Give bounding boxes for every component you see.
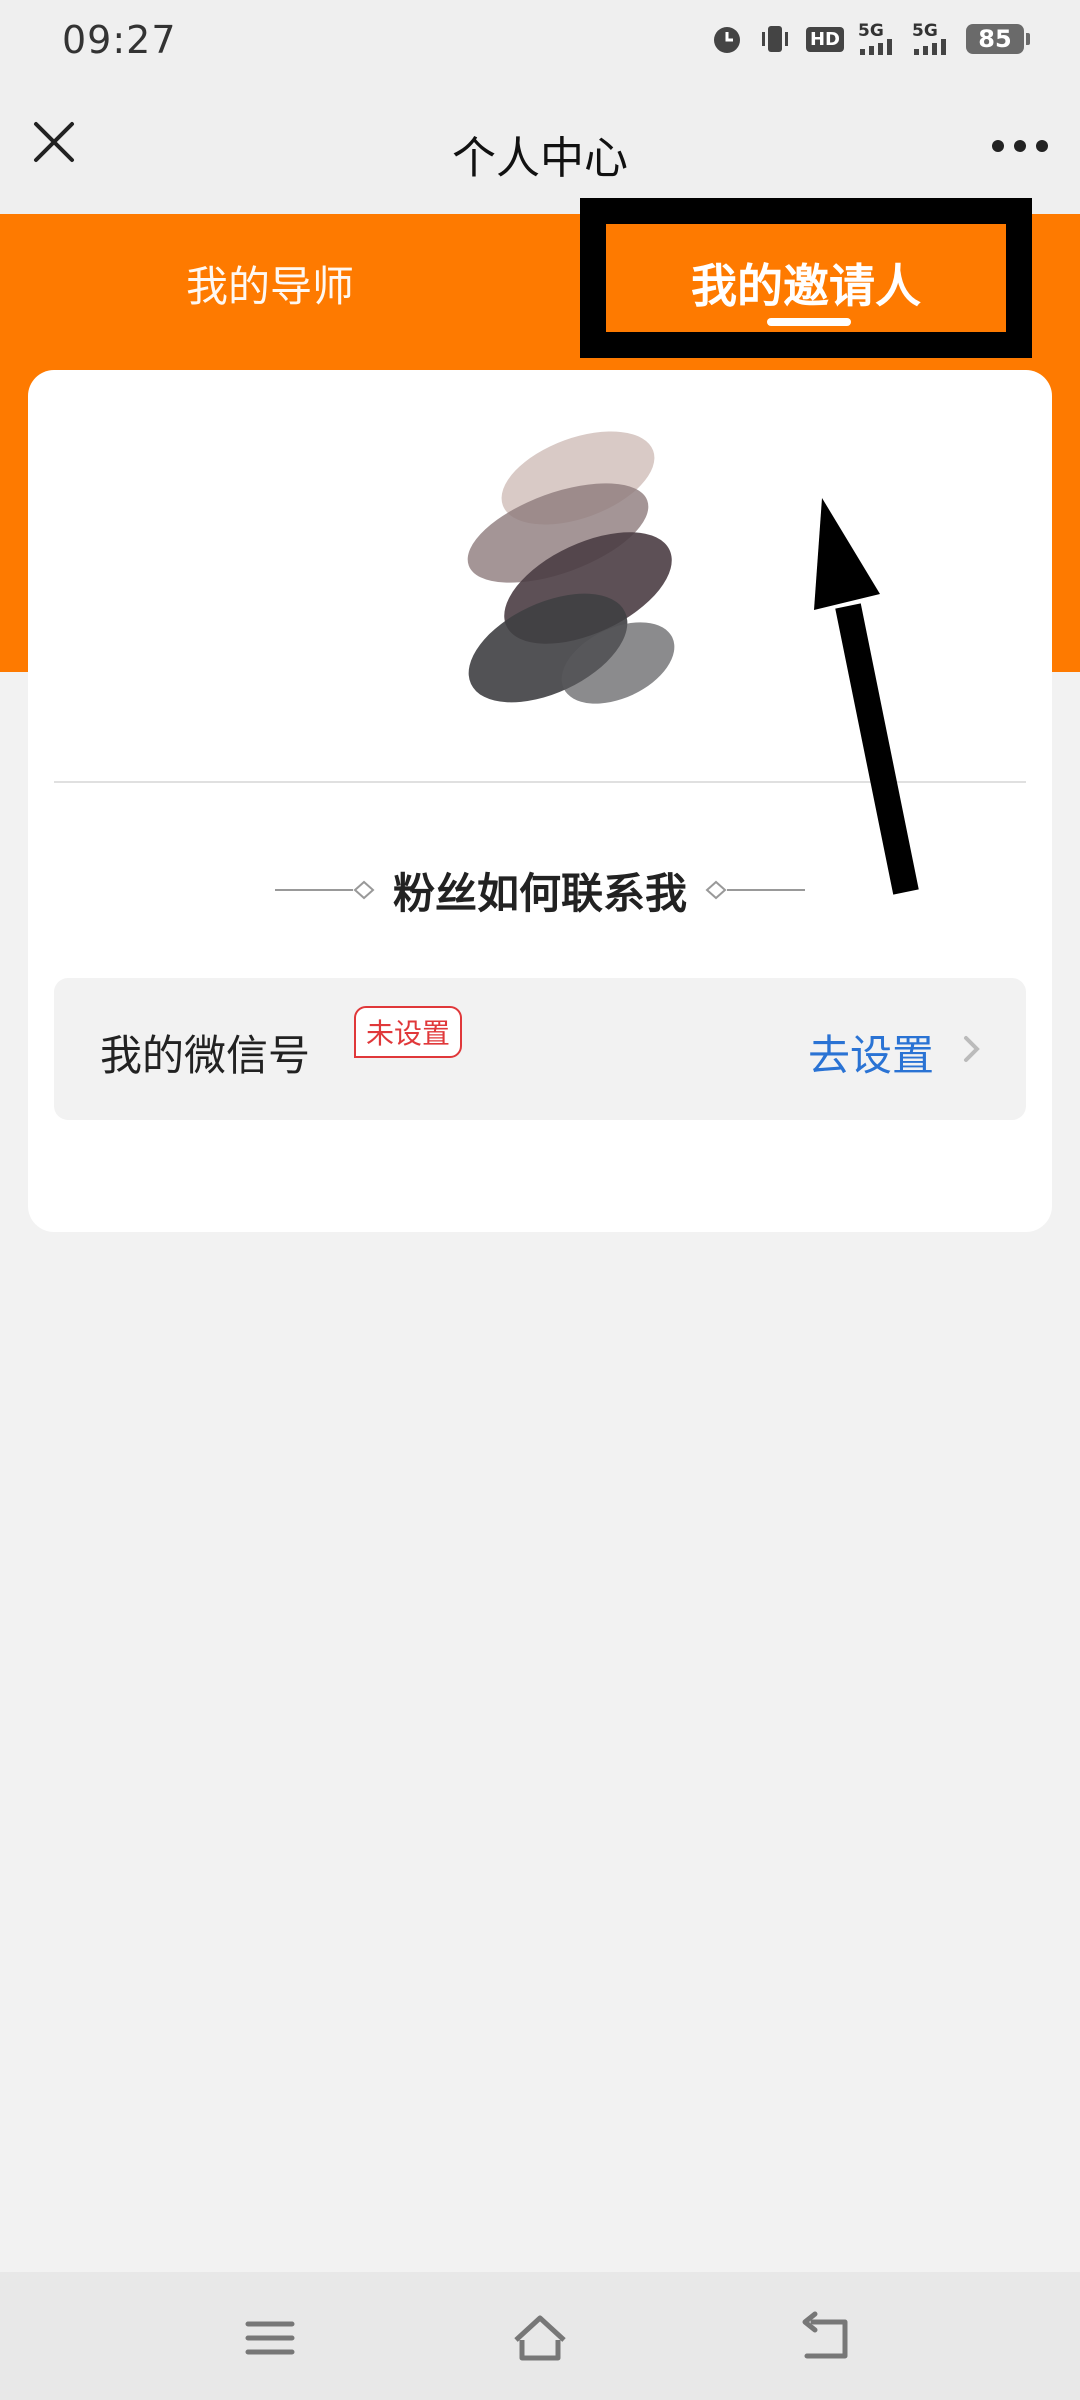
status-time: 09:27 bbox=[62, 18, 177, 62]
status-icons: HD 5G 5G 85 bbox=[710, 22, 1030, 56]
tab-my-mentor[interactable]: 我的导师 bbox=[40, 228, 500, 338]
menu-icon[interactable] bbox=[240, 2310, 300, 2366]
signal-5g-icon: 5G bbox=[912, 23, 952, 55]
more-icon[interactable] bbox=[990, 138, 1050, 154]
alarm-icon bbox=[710, 22, 744, 56]
hd-icon: HD bbox=[805, 26, 844, 52]
wechat-setting-row[interactable]: 我的微信号 未设置 去设置 bbox=[54, 978, 1026, 1120]
nav-bar: 个人中心 bbox=[0, 86, 1080, 214]
back-icon[interactable] bbox=[795, 2310, 855, 2366]
chevron-right-icon bbox=[964, 1036, 980, 1062]
avatar bbox=[428, 408, 718, 738]
battery-icon: 85 bbox=[966, 24, 1030, 54]
wechat-label: 我的微信号 bbox=[100, 1031, 311, 1080]
go-set-link[interactable]: 去设置 bbox=[808, 1022, 934, 1083]
status-bar: 09:27 HD 5G 5G 85 bbox=[0, 0, 1080, 86]
signal-5g-icon: 5G bbox=[858, 23, 898, 55]
status-badge: 未设置 bbox=[354, 1006, 463, 1058]
decor-left-icon bbox=[274, 880, 375, 900]
system-nav-bar bbox=[0, 2272, 1080, 2400]
vibrate-icon bbox=[758, 22, 792, 56]
section-title: 粉丝如何联系我 bbox=[392, 868, 687, 918]
home-icon[interactable] bbox=[510, 2310, 570, 2366]
annotation-highlight-box bbox=[580, 198, 1032, 358]
page-title: 个人中心 bbox=[452, 133, 628, 184]
annotation-arrow-icon bbox=[814, 498, 919, 895]
